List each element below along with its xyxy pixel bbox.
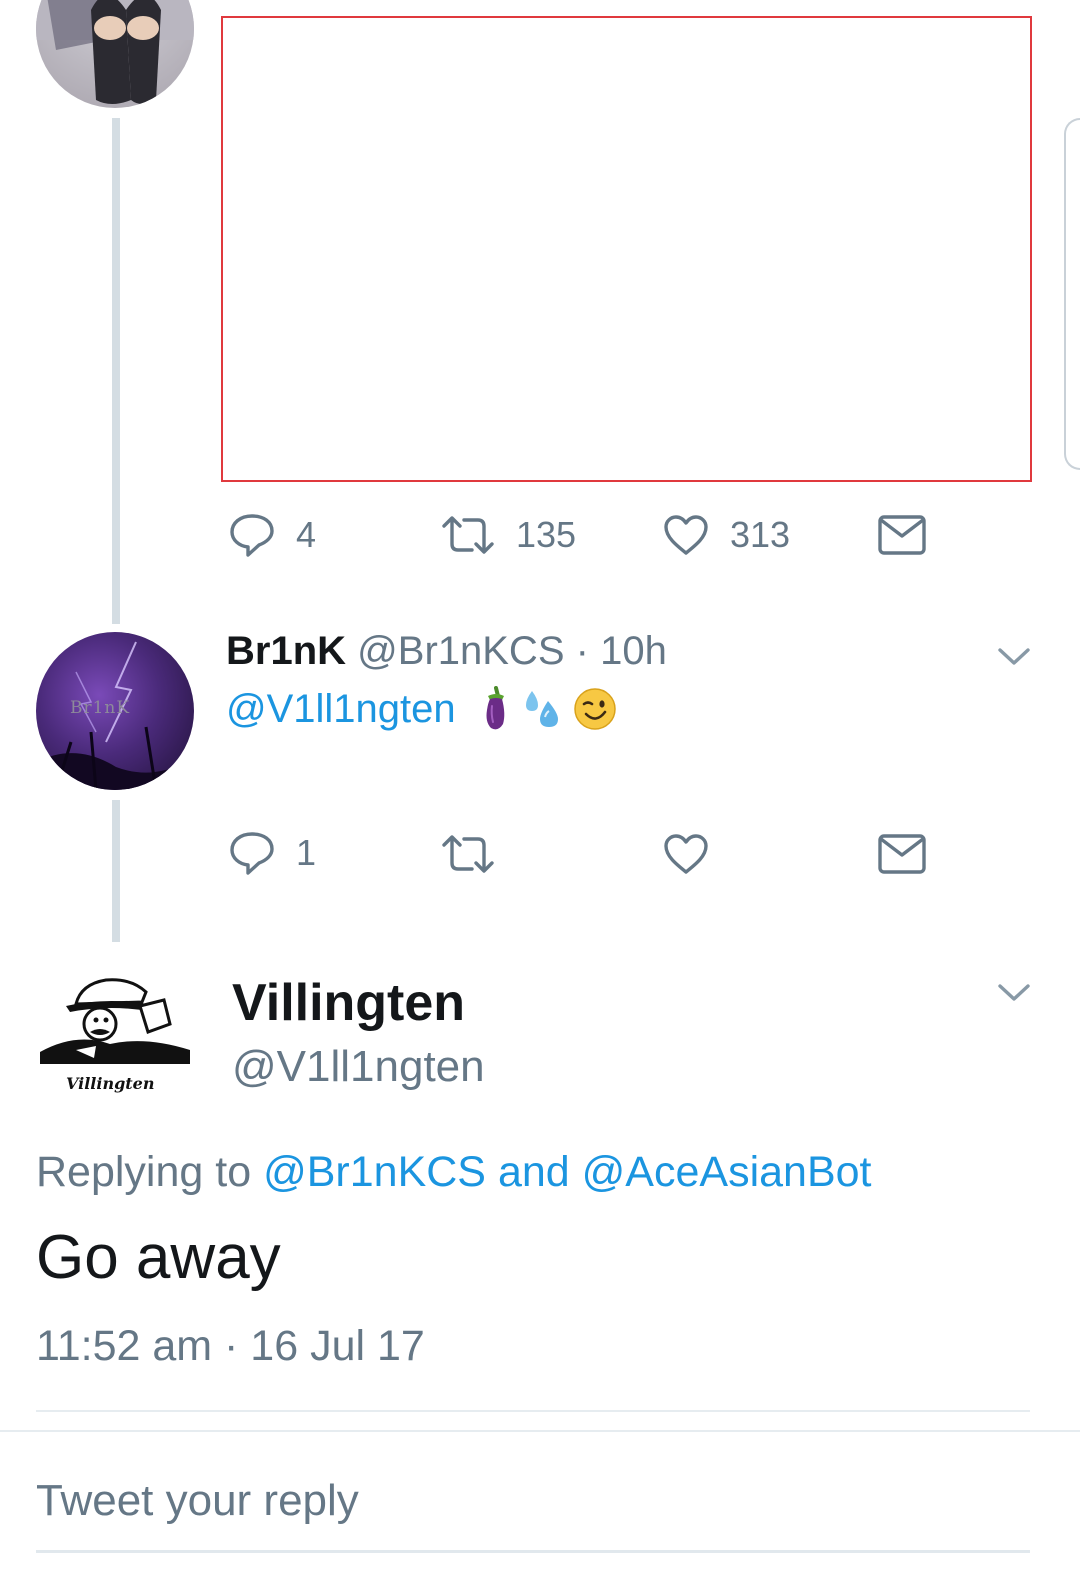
focused-tweet-timestamp[interactable]: 11:52 am · 16 Jul 17 [36,1320,425,1372]
replying-to: Replying to @Br1nKCS and @AceAsianBot [36,1146,872,1198]
avatar-image [36,0,194,104]
avatar-text: Villingten [66,1074,155,1093]
sweat-droplets-emoji [525,691,558,727]
reply-button[interactable]: 1 [228,830,316,876]
display-name[interactable]: Br1nK [226,629,346,673]
mention-link[interactable]: @V1ll1ngten [226,684,456,734]
tweet-menu-button[interactable] [996,980,1032,1009]
replying-prefix: Replying to [36,1148,252,1196]
retweet-icon [442,835,494,873]
thread-line [112,118,120,624]
tweet-menu-button[interactable] [996,644,1032,673]
chevron-down-icon [998,984,1030,1001]
replying-user-link[interactable]: @Br1nKCS [263,1148,486,1196]
retweet-button[interactable]: 135 [440,514,576,556]
reply-icon [230,832,274,875]
avatar-text: Br1nK [70,698,131,718]
avatar-tweet-one[interactable] [36,0,194,108]
direct-message-button[interactable] [877,833,927,875]
focused-display-name[interactable]: Villingten [232,972,465,1034]
avatar-br1nk[interactable]: Br1nK [36,632,194,790]
retweet-icon [442,516,494,554]
reply-count: 1 [296,832,317,873]
divider [0,1430,1080,1432]
retweet-button[interactable] [440,833,516,875]
like-button[interactable] [662,832,730,876]
winking-face-emoji [573,688,616,730]
media-placeholder[interactable] [221,16,1032,482]
retweet-count: 135 [516,514,577,555]
divider [36,1410,1030,1412]
like-icon [664,515,708,555]
tweet-time[interactable]: 10h [600,629,667,673]
thread-line [112,800,120,942]
reply-count: 4 [296,514,317,555]
focused-tweet-text: Go away [36,1223,281,1292]
like-button[interactable]: 313 [662,513,790,557]
tweet-header: Br1nK @Br1nKCS · 10h [226,626,667,676]
direct-message-icon [878,834,926,874]
avatar-villingten[interactable]: Villingten [36,966,194,1124]
separator: · [575,629,589,673]
scroll-handle[interactable] [1064,118,1080,470]
eggplant-emoji [486,686,504,730]
reply-button[interactable]: 4 [228,512,316,558]
direct-message-button[interactable] [877,514,927,556]
reply-icon [230,514,274,557]
focused-user-handle[interactable]: @V1ll1ngten [232,1040,485,1094]
reply-input-placeholder: Tweet your reply [36,1476,359,1525]
replying-and[interactable]: and [498,1148,570,1196]
replying-user-link[interactable]: @AceAsianBot [582,1148,872,1196]
reply-input[interactable]: Tweet your reply [36,1470,1030,1553]
avatar-image [40,978,190,1064]
like-count: 313 [730,514,791,555]
chevron-down-icon [998,648,1030,665]
direct-message-icon [878,515,926,555]
tweet-text: @V1ll1ngten [226,684,618,734]
like-icon [664,834,708,874]
user-handle[interactable]: @Br1nKCS [357,629,564,673]
